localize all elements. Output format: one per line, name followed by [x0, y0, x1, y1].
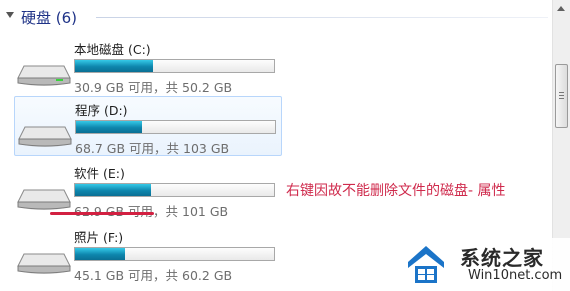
drive-usage-fill: [75, 184, 151, 196]
drive-space-text: 30.9 GB 可用，共 50.2 GB: [74, 80, 233, 95]
explorer-content-pane: 硬盘 (6) 本地磁盘 (C:) 30.9 GB 可用，共 50.2 GB 程序…: [0, 0, 570, 291]
thumb-grip: [559, 98, 564, 99]
drive-usage-bar: [74, 247, 275, 261]
thumb-grip: [559, 95, 564, 96]
hard-drive-icon: [17, 189, 71, 210]
hard-drive-icon: [17, 253, 71, 274]
drive-usage-fill: [76, 121, 142, 133]
drive-name: 软件 (E:): [74, 166, 125, 181]
hard-drive-icon: [17, 65, 71, 86]
drive-item-f[interactable]: 照片 (F:) 45.1 GB 可用，共 60.2 GB: [14, 224, 282, 284]
site-watermark: 系统之家 Win10net.com: [400, 238, 570, 291]
drive-space-text: 45.1 GB 可用，共 60.2 GB: [74, 268, 233, 283]
house-logo-icon: [408, 246, 444, 283]
watermark-url: Win10net.com: [468, 268, 563, 283]
watermark-brand: 系统之家: [460, 246, 544, 270]
drive-usage-bar: [74, 59, 275, 73]
drive-usage-bar: [74, 183, 275, 197]
scrollbar-thumb[interactable]: [555, 64, 568, 128]
drive-item-e[interactable]: 软件 (E:) 62.9 GB 可用，共 101 GB: [14, 160, 282, 220]
drive-space-text: 68.7 GB 可用，共 103 GB: [75, 141, 230, 156]
drive-name: 程序 (D:): [75, 103, 128, 118]
drive-usage-bar: [75, 120, 276, 134]
drive-name: 照片 (F:): [74, 230, 124, 245]
group-divider: [96, 17, 548, 18]
drive-item-c[interactable]: 本地磁盘 (C:) 30.9 GB 可用，共 50.2 GB: [14, 36, 282, 96]
drive-usage-fill: [75, 60, 153, 72]
annotation-text: 右键因故不能删除文件的磁盘- 属性: [286, 183, 506, 199]
thumb-grip: [559, 92, 564, 93]
scroll-up-arrow-icon[interactable]: [557, 6, 565, 11]
drive-name: 本地磁盘 (C:): [74, 42, 151, 57]
drive-usage-fill: [75, 248, 125, 260]
annotation-underline: [50, 212, 154, 215]
hard-drive-icon: [18, 126, 72, 147]
drive-space-text: 62.9 GB 可用，共 101 GB: [74, 204, 229, 219]
group-header-hard-disks[interactable]: 硬盘 (6): [6, 6, 548, 28]
collapse-triangle-icon[interactable]: [6, 12, 14, 18]
drive-item-d[interactable]: 程序 (D:) 68.7 GB 可用，共 103 GB: [14, 96, 282, 156]
group-title: 硬盘 (6): [21, 9, 78, 27]
